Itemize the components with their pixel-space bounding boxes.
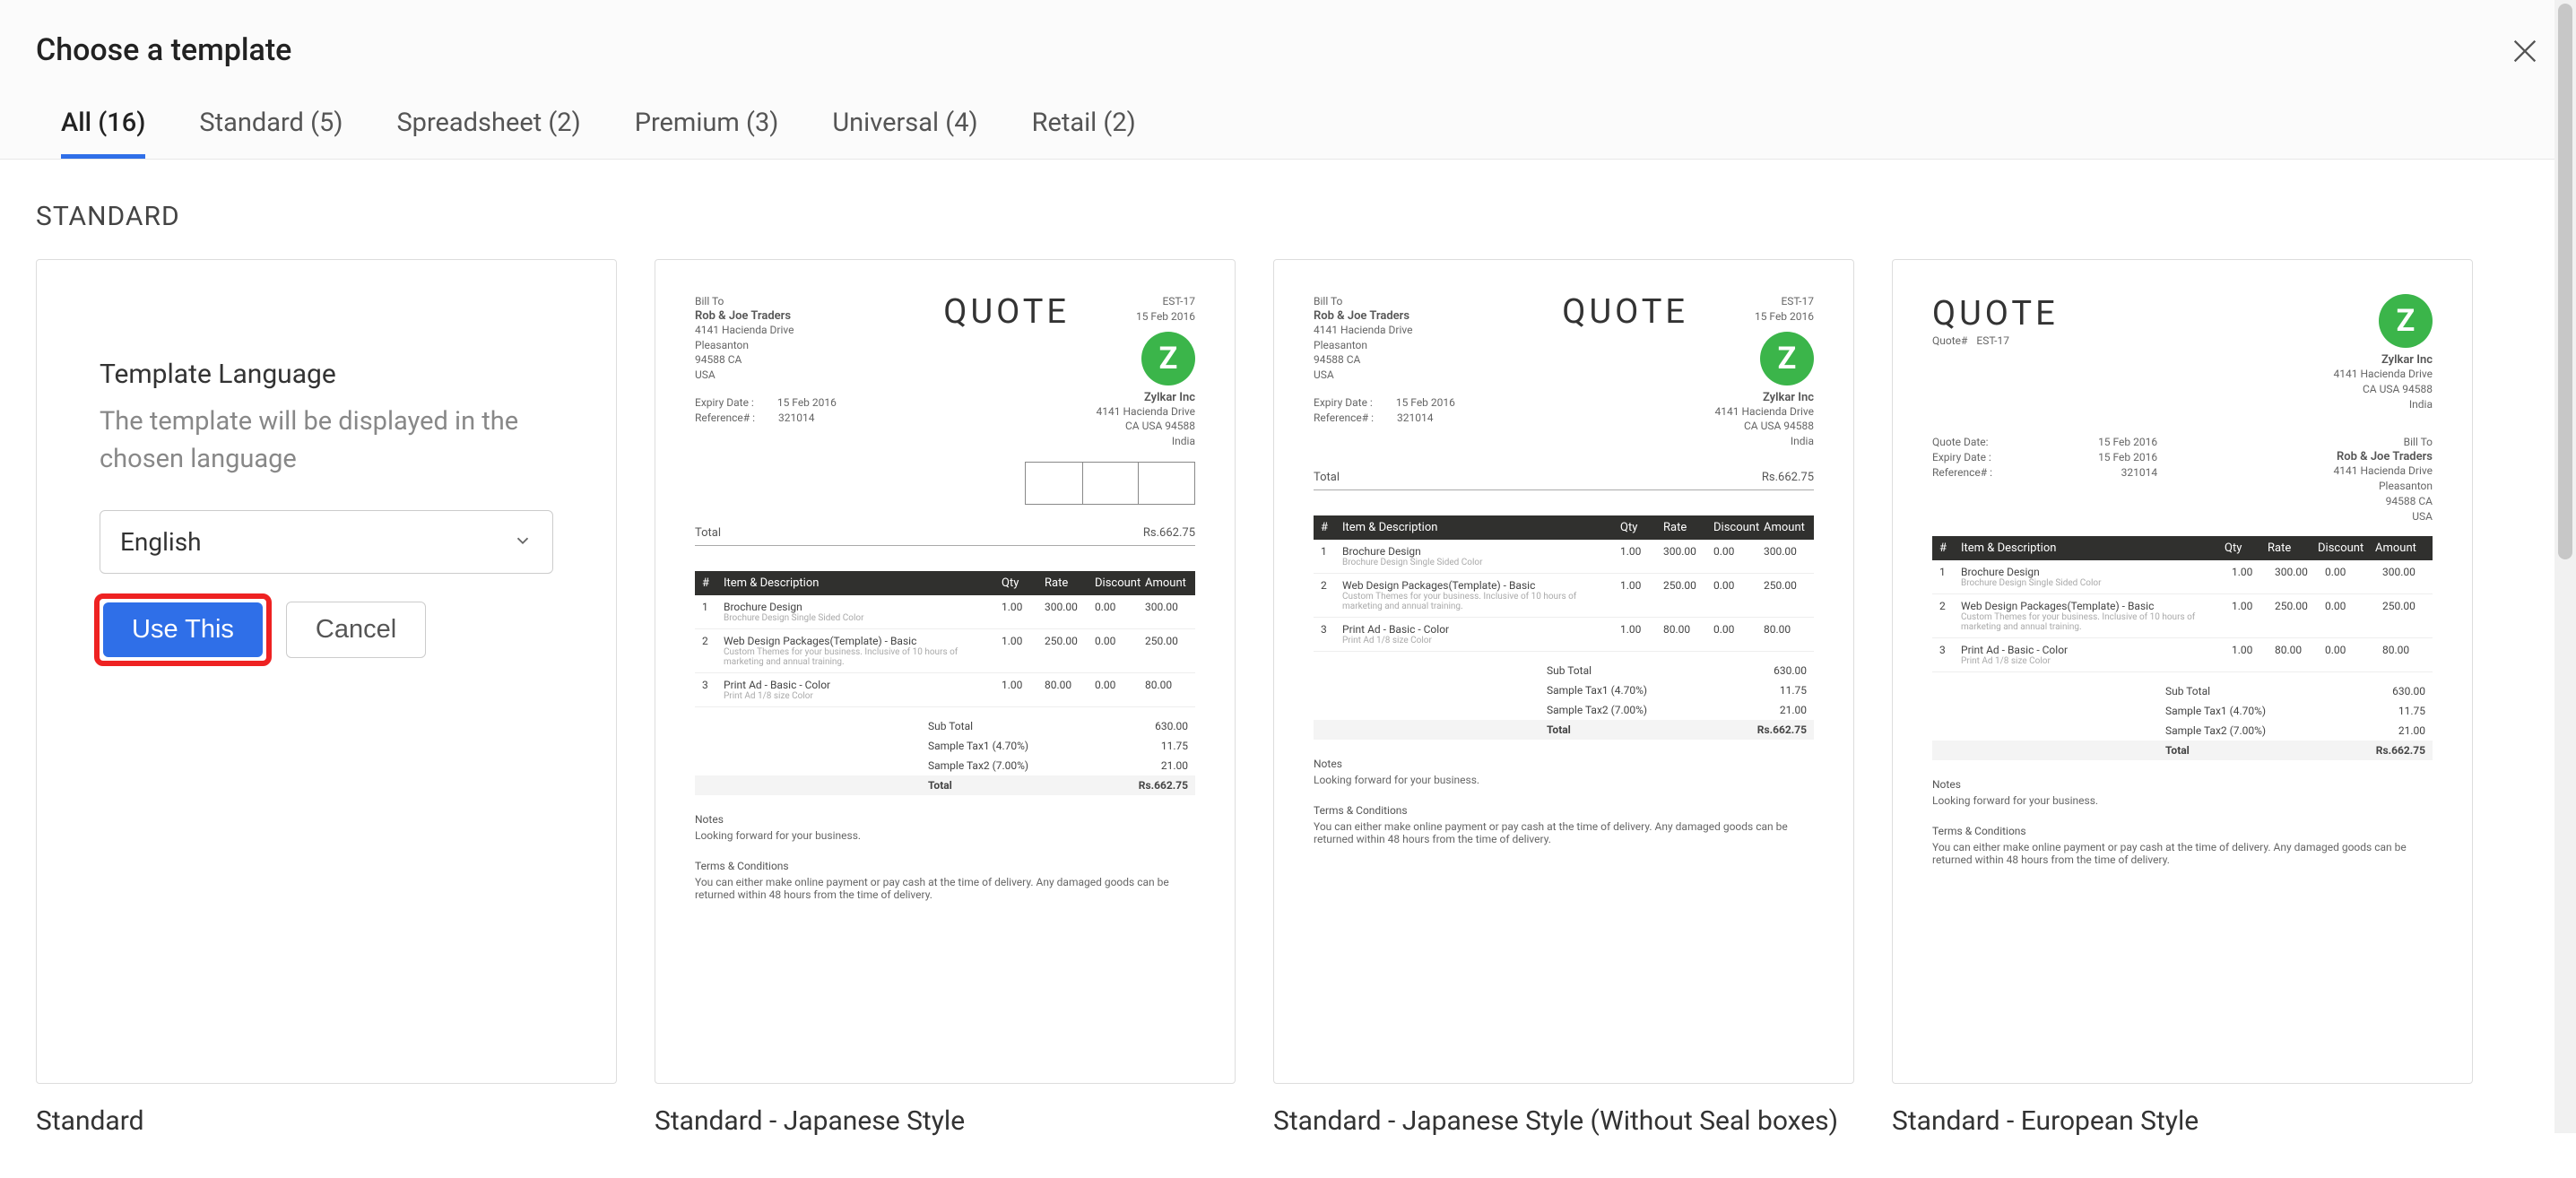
tab-premium[interactable]: Premium (3): [635, 93, 779, 159]
table-row: 1 Brochure DesignBrochure Design Single …: [1314, 540, 1814, 574]
template-card-standard[interactable]: Template Language The template will be d…: [36, 259, 617, 1084]
use-this-button[interactable]: Use This: [103, 602, 263, 657]
zylkar-logo-icon: Z: [2379, 294, 2433, 348]
section-title: STANDARD: [36, 201, 2540, 232]
tab-all[interactable]: All (16): [61, 93, 145, 159]
template-card-label: Standard: [36, 1105, 617, 1137]
template-card-label: Standard - Japanese Style: [655, 1105, 1236, 1137]
table-row: 2 Web Design Packages(Template) - BasicC…: [1314, 574, 1814, 618]
items-table-header: #Item & Description QtyRate DiscountAmou…: [1314, 515, 1814, 540]
zylkar-logo-icon: Z: [1141, 332, 1195, 385]
template-card-european[interactable]: QUOTE Quote#EST-17 Z Zylkar Inc 4141 Hac…: [1892, 259, 2473, 1084]
table-row: 3 Print Ad - Basic - ColorPrint Ad 1/8 s…: [1932, 638, 2433, 672]
seal-boxes: [1025, 462, 1195, 505]
table-row: 3 Print Ad - Basic - ColorPrint Ad 1/8 s…: [695, 673, 1195, 707]
cancel-button[interactable]: Cancel: [286, 602, 426, 658]
chevron-down-icon: [513, 527, 533, 557]
items-table-header: #Item & Description QtyRate DiscountAmou…: [1932, 536, 2433, 560]
table-row: 2 Web Design Packages(Template) - BasicC…: [1932, 594, 2433, 638]
scroll-thumb[interactable]: [2558, 4, 2572, 559]
content-area: STANDARD Template Language The template …: [0, 160, 2576, 1178]
items-table-header: #Item & Description QtyRate DiscountAmou…: [695, 571, 1195, 595]
template-language-heading: Template Language: [100, 359, 553, 390]
highlight-annotation: Use This: [100, 599, 266, 661]
zylkar-logo-icon: Z: [1760, 332, 1814, 385]
template-card-label: Standard - Japanese Style (Without Seal …: [1273, 1105, 1854, 1137]
template-card-label: Standard - European Style: [1892, 1105, 2473, 1137]
page-title: Choose a template: [36, 32, 2540, 68]
scrollbar[interactable]: [2554, 0, 2576, 1133]
table-row: 2 Web Design Packages(Template) - BasicC…: [695, 629, 1195, 673]
table-row: 1 Brochure DesignBrochure Design Single …: [1932, 560, 2433, 594]
bill-to-label: Bill To: [695, 294, 920, 309]
language-select-value: English: [120, 527, 202, 557]
template-card-japanese-no-seal[interactable]: Bill To Rob & Joe Traders 4141 Hacienda …: [1273, 259, 1854, 1084]
tab-universal[interactable]: Universal (4): [832, 93, 977, 159]
tab-retail[interactable]: Retail (2): [1032, 93, 1136, 159]
close-icon[interactable]: [2510, 36, 2540, 70]
language-select[interactable]: English: [100, 510, 553, 574]
tab-spreadsheet[interactable]: Spreadsheet (2): [396, 93, 580, 159]
template-language-description: The template will be displayed in the ch…: [100, 403, 553, 478]
tab-standard[interactable]: Standard (5): [199, 93, 343, 159]
doc-type-title: QUOTE: [943, 292, 1070, 332]
template-cards-row: Template Language The template will be d…: [36, 259, 2540, 1137]
template-card-japanese[interactable]: Bill To Rob & Joe Traders 4141 Hacienda …: [655, 259, 1236, 1084]
table-row: 3 Print Ad - Basic - ColorPrint Ad 1/8 s…: [1314, 618, 1814, 652]
template-tabs: All (16) Standard (5) Spreadsheet (2) Pr…: [36, 93, 2540, 159]
table-row: 1 Brochure DesignBrochure Design Single …: [695, 595, 1195, 629]
header: Choose a template All (16) Standard (5) …: [0, 0, 2576, 160]
